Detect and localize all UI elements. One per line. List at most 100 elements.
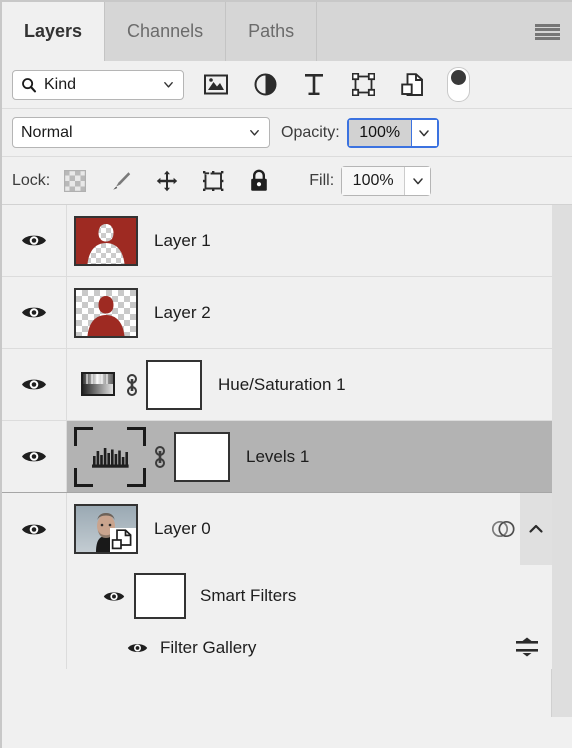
- pixel-layer-filter-icon[interactable]: [203, 72, 229, 98]
- tab-channels[interactable]: Channels: [105, 2, 227, 61]
- filter-blending-options-icon[interactable]: [514, 636, 540, 660]
- panel-tab-bar: Layers Channels Paths: [2, 2, 572, 61]
- layer-name[interactable]: Layer 2: [154, 303, 211, 323]
- layer-name[interactable]: Layer 1: [154, 231, 211, 251]
- chevron-down-icon: [419, 129, 429, 136]
- lock-image-pixels-icon[interactable]: [109, 169, 133, 193]
- table-row[interactable]: Layer 1: [2, 205, 552, 277]
- fill-stepper-button[interactable]: [404, 166, 431, 195]
- filter-name[interactable]: Filter Gallery: [160, 638, 256, 658]
- lock-position-icon[interactable]: [155, 169, 179, 193]
- table-row[interactable]: Layer 0: [2, 493, 552, 565]
- table-row[interactable]: Hue/Saturation 1: [2, 349, 552, 421]
- layer-name[interactable]: Levels 1: [246, 447, 309, 467]
- filter-item-body[interactable]: Filter Gallery: [67, 627, 552, 669]
- layer-list-scrollbar[interactable]: [551, 205, 572, 717]
- layer-visibility-toggle[interactable]: [2, 349, 67, 420]
- panel-menu-icon[interactable]: [535, 24, 560, 40]
- mask-link-icon[interactable]: [121, 368, 143, 402]
- table-row[interactable]: Layer 2: [2, 277, 552, 349]
- layer-mask-thumbnail[interactable]: [146, 359, 202, 410]
- lock-all-icon[interactable]: [247, 169, 271, 193]
- mask-link-icon[interactable]: [149, 440, 171, 474]
- blend-mode-bar: Normal Opacity: 100%: [2, 109, 572, 157]
- opacity-field[interactable]: 100%: [346, 117, 439, 148]
- tab-bar-empty-space: [317, 2, 572, 61]
- tab-layers[interactable]: Layers: [2, 2, 106, 61]
- smart-object-badge-icon: [110, 528, 136, 552]
- eye-icon: [22, 451, 46, 462]
- blend-mode-select[interactable]: Normal: [12, 117, 270, 148]
- table-row[interactable]: Levels 1: [2, 421, 552, 493]
- smart-filters-group-row[interactable]: Smart Filters: [2, 565, 552, 627]
- layer-thumbnail[interactable]: [74, 287, 138, 338]
- eye-icon: [22, 379, 46, 390]
- lock-bar: Lock: Fill: 100%: [2, 157, 572, 205]
- lock-buttons: [63, 169, 271, 193]
- layer-thumbnail[interactable]: [74, 504, 138, 554]
- layer-row-body[interactable]: Layer 1: [67, 205, 552, 276]
- collapse-smart-filters-button[interactable]: [520, 493, 552, 565]
- active-thumbnail-brackets: [74, 426, 146, 487]
- eye-icon: [103, 591, 125, 601]
- fill-label: Fill:: [309, 171, 335, 189]
- shape-layer-filter-icon[interactable]: [350, 72, 376, 98]
- smart-filters-visibility-toggle[interactable]: [101, 589, 127, 604]
- smart-object-filter-icon[interactable]: [399, 72, 425, 98]
- eye-icon: [22, 524, 46, 534]
- tab-paths[interactable]: Paths: [226, 2, 318, 61]
- lock-label: Lock:: [12, 171, 51, 189]
- lock-artboard-nesting-icon[interactable]: [201, 169, 225, 193]
- adjustment-layer-filter-icon[interactable]: [252, 72, 278, 98]
- layer-row-body[interactable]: Hue/Saturation 1: [67, 349, 552, 420]
- chevron-down-icon: [250, 129, 259, 136]
- fill-field[interactable]: 100%: [341, 165, 432, 196]
- smart-filters-eye-spacer: [2, 565, 67, 627]
- opacity-stepper-button[interactable]: [410, 119, 437, 146]
- smart-filters-label: Smart Filters: [200, 586, 297, 605]
- fill-value[interactable]: 100%: [342, 166, 405, 195]
- blend-mode-value: Normal: [21, 123, 73, 141]
- opacity-value[interactable]: 100%: [348, 119, 411, 146]
- levels-icon[interactable]: [90, 440, 130, 474]
- layers-panel: Layers Channels Paths Kind Normal Opacit…: [0, 0, 572, 748]
- tab-channels-label: Channels: [127, 21, 204, 41]
- layer-visibility-toggle[interactable]: [2, 493, 67, 565]
- filter-visibility-toggle[interactable]: [124, 641, 150, 655]
- search-icon: [22, 77, 37, 92]
- layer-list[interactable]: Layer 1 Layer 2 Hue/Saturation 1 Levels …: [2, 205, 572, 717]
- type-layer-filter-icon[interactable]: [301, 72, 327, 98]
- opacity-label: Opacity:: [281, 123, 340, 141]
- eye-icon: [127, 644, 147, 652]
- tab-layers-label: Layers: [24, 21, 83, 41]
- layer-thumbnail-content: [87, 223, 125, 264]
- layer-visibility-toggle[interactable]: [2, 421, 67, 492]
- lock-transparent-pixels-icon[interactable]: [63, 169, 87, 193]
- layer-row-body[interactable]: Levels 1: [67, 421, 552, 492]
- layer-visibility-toggle[interactable]: [2, 205, 67, 276]
- filter-enable-toggle[interactable]: [447, 67, 470, 102]
- layer-row-body[interactable]: Layer 0: [67, 493, 552, 565]
- eye-icon: [22, 307, 46, 318]
- filter-kind-label: Kind: [44, 75, 77, 93]
- tab-paths-label: Paths: [248, 21, 295, 41]
- smart-filters-icon[interactable]: [486, 517, 520, 541]
- smart-filters-mask-thumbnail[interactable]: [134, 573, 186, 619]
- hue-saturation-icon[interactable]: [78, 368, 118, 402]
- eye-icon: [22, 235, 46, 246]
- chevron-down-icon: [164, 81, 173, 88]
- filter-kind-select[interactable]: Kind: [12, 69, 184, 100]
- layer-type-filter-icons: [203, 72, 425, 98]
- layer-row-body[interactable]: Layer 2: [67, 277, 552, 348]
- list-item[interactable]: Filter Gallery: [2, 627, 552, 669]
- layer-mask-thumbnail[interactable]: [174, 431, 230, 482]
- layer-thumbnail-content: [87, 295, 125, 336]
- layer-filter-bar: Kind: [2, 61, 572, 109]
- layer-visibility-toggle[interactable]: [2, 277, 67, 348]
- layer-name[interactable]: Hue/Saturation 1: [218, 375, 346, 395]
- layer-name[interactable]: Layer 0: [154, 519, 211, 539]
- layer-thumbnail[interactable]: [74, 215, 138, 266]
- chevron-up-icon: [529, 524, 543, 533]
- smart-filters-group-body[interactable]: Smart Filters: [67, 565, 552, 627]
- filter-eye-spacer: [2, 627, 67, 669]
